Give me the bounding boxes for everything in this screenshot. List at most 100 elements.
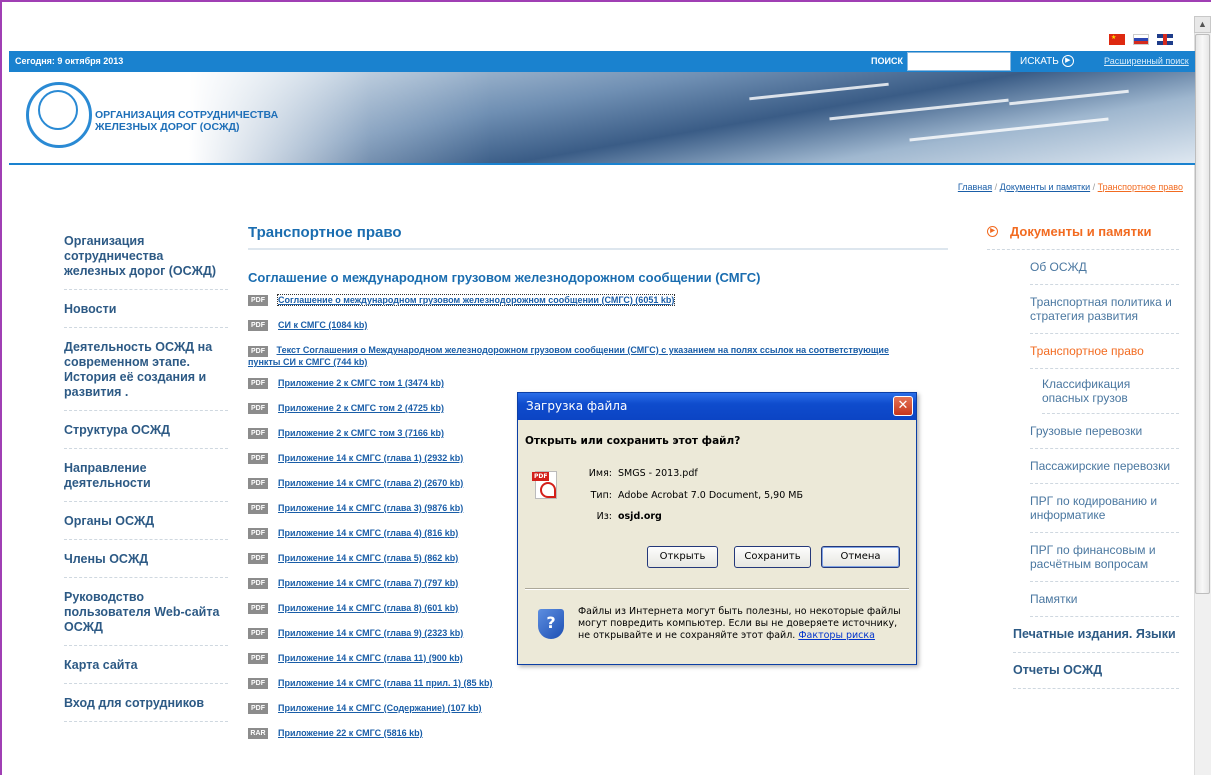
right-nav-main-item[interactable]: Печатные издания. Языки bbox=[1013, 617, 1179, 653]
pdf-icon: PDF bbox=[248, 453, 268, 464]
advanced-search-link[interactable]: Расширенный поиск bbox=[1104, 56, 1189, 66]
document-link-continued[interactable]: пункты СИ к СМГС (744 kb) bbox=[248, 357, 367, 367]
file-type-label: Тип: bbox=[590, 490, 612, 501]
document-link[interactable]: Приложение 14 к СМГС (глава 9) (2323 kb) bbox=[278, 628, 463, 638]
left-nav-item[interactable]: Вход для сотрудников bbox=[64, 690, 228, 722]
right-nav-subitem[interactable]: Классификация опасных грузов bbox=[1042, 369, 1179, 414]
cancel-button[interactable]: Отмена bbox=[821, 546, 900, 568]
left-nav-item[interactable]: Члены ОСЖД bbox=[64, 546, 228, 578]
document-link[interactable]: Приложение 14 к СМГС (глава 3) (9876 kb) bbox=[278, 503, 463, 513]
left-nav-item[interactable]: Структура ОСЖД bbox=[64, 417, 228, 449]
document-link[interactable]: Приложение 14 к СМГС (глава 11 прил. 1) … bbox=[278, 678, 492, 688]
document-row: PDF Приложение 14 к СМГС (Содержание) (1… bbox=[248, 703, 948, 728]
browser-frame: ▲ Сегодня: 9 октября 2013 ПОИСК ИСКАТЬ ▶… bbox=[0, 0, 1211, 775]
pdf-icon: PDF bbox=[248, 528, 268, 539]
logo-line-2: ЖЕЛЕЗНЫХ ДОРОГ (ОСЖД) bbox=[95, 121, 240, 133]
left-navigation: Организация сотрудничества железных доро… bbox=[64, 228, 228, 728]
train-header-image bbox=[189, 72, 1195, 164]
left-nav-item[interactable]: Руководство пользователя Web-сайта ОСЖД bbox=[64, 584, 228, 646]
document-link[interactable]: Приложение 14 к СМГС (глава 8) (601 kb) bbox=[278, 603, 458, 613]
dialog-title: Загрузка файла bbox=[526, 399, 628, 413]
breadcrumb-home[interactable]: Главная bbox=[958, 182, 992, 192]
left-nav-item[interactable]: Карта сайта bbox=[64, 652, 228, 684]
search-button[interactable]: ИСКАТЬ ▶ bbox=[1020, 55, 1074, 67]
pdf-icon: PDF bbox=[248, 346, 268, 357]
document-row: PDF Текст Соглашения о Международном жел… bbox=[248, 345, 948, 378]
document-row: PDF Соглашение о международном грузовом … bbox=[248, 294, 948, 320]
right-nav-heading-label: Документы и памятки bbox=[1010, 224, 1152, 239]
document-row: PDF Приложение 14 к СМГС (глава 11 прил.… bbox=[248, 678, 948, 703]
arrow-right-icon: ▶ bbox=[987, 226, 998, 237]
save-button[interactable]: Сохранить bbox=[734, 546, 811, 568]
pdf-file-icon bbox=[532, 471, 557, 499]
search-label: ПОИСК bbox=[871, 56, 903, 66]
pdf-icon: PDF bbox=[248, 678, 268, 689]
left-nav-item[interactable]: Деятельность ОСЖД на современном этапе. … bbox=[64, 334, 228, 411]
breadcrumb-current[interactable]: Транспортное право bbox=[1098, 182, 1183, 192]
document-link[interactable]: Приложение 14 к СМГС (глава 7) (797 kb) bbox=[278, 578, 458, 588]
right-nav-item[interactable]: ПРГ по кодированию и информатике bbox=[1030, 484, 1179, 533]
right-nav-item[interactable]: Транспортная политика и стратегия развит… bbox=[1030, 285, 1179, 334]
close-icon[interactable]: ✕ bbox=[893, 396, 913, 416]
pdf-icon: PDF bbox=[248, 653, 268, 664]
language-switcher bbox=[1109, 34, 1173, 45]
document-link[interactable]: Приложение 14 к СМГС (глава 2) (2670 kb) bbox=[278, 478, 463, 488]
chinese-flag-icon[interactable] bbox=[1109, 34, 1125, 45]
right-nav-item[interactable]: Пассажирские перевозки bbox=[1030, 449, 1179, 484]
document-row: PDF СИ к СМГС (1084 kb) bbox=[248, 320, 948, 345]
file-name-value: SMGS - 2013.pdf bbox=[618, 468, 698, 479]
pdf-icon: PDF bbox=[248, 428, 268, 439]
pdf-icon: PDF bbox=[248, 403, 268, 414]
document-link[interactable]: Приложение 14 к СМГС (глава 4) (816 kb) bbox=[278, 528, 458, 538]
right-nav-item[interactable]: Памятки bbox=[1030, 582, 1179, 617]
left-nav-item[interactable]: Органы ОСЖД bbox=[64, 508, 228, 540]
document-link[interactable]: Приложение 2 к СМГС том 3 (7166 kb) bbox=[278, 428, 444, 438]
open-button[interactable]: Открыть bbox=[647, 546, 718, 568]
right-nav-item[interactable]: ПРГ по финансовым и расчётным вопросам bbox=[1030, 533, 1179, 582]
risk-factors-link[interactable]: Факторы риска bbox=[798, 630, 875, 641]
right-navigation: ▶ Документы и памятки Об ОСЖД Транспортн… bbox=[987, 224, 1179, 689]
document-link[interactable]: Приложение 14 к СМГС (глава 5) (862 kb) bbox=[278, 553, 458, 563]
dialog-title-bar[interactable]: Загрузка файла ✕ bbox=[518, 393, 916, 420]
left-nav-item[interactable]: Организация сотрудничества железных доро… bbox=[64, 228, 228, 290]
pdf-icon: PDF bbox=[248, 553, 268, 564]
document-link[interactable]: СИ к СМГС (1084 kb) bbox=[278, 320, 367, 330]
document-link[interactable]: Приложение 2 к СМГС том 2 (4725 kb) bbox=[278, 403, 444, 413]
document-link[interactable]: Соглашение о международном грузовом желе… bbox=[276, 294, 676, 306]
document-link[interactable]: Приложение 14 к СМГС (глава 11) (900 kb) bbox=[278, 653, 463, 663]
pdf-icon: PDF bbox=[248, 478, 268, 489]
search-button-label: ИСКАТЬ bbox=[1020, 55, 1059, 67]
right-nav-item[interactable]: Об ОСЖД bbox=[1030, 250, 1179, 285]
russian-flag-icon[interactable] bbox=[1133, 34, 1149, 45]
document-link[interactable]: Текст Соглашения о Международном железно… bbox=[277, 345, 889, 355]
logo-line-1: ОРГАНИЗАЦИЯ СОТРУДНИЧЕСТВА bbox=[95, 109, 279, 121]
header-divider bbox=[9, 163, 1195, 165]
top-bar: Сегодня: 9 октября 2013 ПОИСК ИСКАТЬ ▶ Р… bbox=[9, 51, 1195, 72]
document-link[interactable]: Приложение 14 к СМГС (глава 1) (2932 kb) bbox=[278, 453, 463, 463]
dialog-question: Открыть или сохранить этот файл? bbox=[525, 435, 741, 447]
pdf-icon: PDF bbox=[248, 578, 268, 589]
english-flag-icon[interactable] bbox=[1157, 34, 1173, 45]
organization-name[interactable]: ОРГАНИЗАЦИЯ СОТРУДНИЧЕСТВА ЖЕЛЕЗНЫХ ДОРО… bbox=[95, 109, 278, 133]
left-nav-item[interactable]: Новости bbox=[64, 296, 228, 328]
right-nav-item-active[interactable]: Транспортное право bbox=[1030, 334, 1179, 369]
globe-icon bbox=[38, 90, 78, 130]
document-link[interactable]: Приложение 14 к СМГС (Содержание) (107 k… bbox=[278, 703, 482, 713]
rar-icon: RAR bbox=[248, 728, 268, 739]
document-link[interactable]: Приложение 22 к СМГС (5816 kb) bbox=[278, 728, 423, 738]
file-type-value: Adobe Acrobat 7.0 Document, 5,90 МБ bbox=[618, 490, 803, 501]
right-nav-heading[interactable]: ▶ Документы и памятки bbox=[987, 224, 1179, 250]
right-nav-item[interactable]: Грузовые перевозки bbox=[1030, 414, 1179, 449]
left-nav-item[interactable]: Направление деятельности bbox=[64, 455, 228, 502]
scroll-up-arrow-icon[interactable]: ▲ bbox=[1194, 16, 1211, 33]
scrollbar-thumb[interactable] bbox=[1195, 34, 1210, 594]
document-link[interactable]: Приложение 2 к СМГС том 1 (3474 kb) bbox=[278, 378, 444, 388]
search-input[interactable] bbox=[907, 52, 1011, 71]
right-nav-main-item[interactable]: Отчеты ОСЖД bbox=[1013, 653, 1179, 689]
file-type-row: Тип: Adobe Acrobat 7.0 Document, 5,90 МБ bbox=[568, 490, 803, 501]
section-title: Соглашение о международном грузовом желе… bbox=[248, 270, 761, 285]
pdf-icon: PDF bbox=[248, 378, 268, 389]
breadcrumb-separator: / bbox=[994, 182, 998, 192]
breadcrumb-section[interactable]: Документы и памятки bbox=[1000, 182, 1090, 192]
page-title: Транспортное право bbox=[248, 224, 948, 250]
